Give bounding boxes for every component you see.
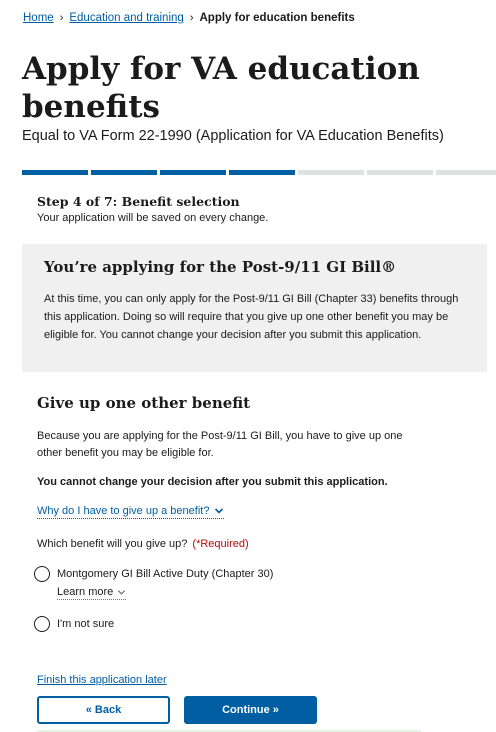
question-text: Which benefit will you give up? xyxy=(37,538,188,550)
radio-option-chapter-30[interactable]: Montgomery GI Bill Active Duty (Chapter … xyxy=(34,566,273,582)
why-give-up-expander[interactable]: Why do I have to give up a benefit? xyxy=(37,505,225,519)
continue-button[interactable]: Continue » xyxy=(184,696,317,724)
breadcrumb-education-link[interactable]: Education and training xyxy=(69,12,183,24)
finish-later-link[interactable]: Finish this application later xyxy=(37,674,167,686)
radio-option-label: Montgomery GI Bill Active Duty (Chapter … xyxy=(57,568,274,580)
learn-more-label: Learn more xyxy=(57,586,114,598)
page-subtitle: Equal to VA Form 22-1990 (Application fo… xyxy=(22,128,444,144)
alert-body: At this time, you can only apply for the… xyxy=(44,293,459,341)
chevron-down-icon xyxy=(215,508,224,514)
radio-button[interactable] xyxy=(34,566,50,582)
breadcrumb-separator-icon: › xyxy=(59,12,64,24)
question-label: Which benefit will you give up? (*Require… xyxy=(37,538,249,550)
radio-option-not-sure[interactable]: I'm not sure xyxy=(34,616,114,632)
chevron-down-icon xyxy=(118,589,126,595)
section-warning-text: You cannot change your decision after yo… xyxy=(37,476,388,488)
breadcrumb-current: Apply for education benefits xyxy=(199,12,355,24)
breadcrumb-home-link[interactable]: Home xyxy=(23,12,54,24)
required-marker: (*Required) xyxy=(192,538,249,550)
progress-bar xyxy=(22,170,496,175)
radio-option-label: I'm not sure xyxy=(57,618,115,630)
progress-segment xyxy=(22,170,88,175)
why-give-up-label: Why do I have to give up a benefit? xyxy=(37,505,210,517)
progress-segment xyxy=(91,170,157,175)
breadcrumb: Home › Education and training › Apply fo… xyxy=(23,12,355,24)
back-button[interactable]: « Back xyxy=(37,696,170,724)
step-title: Step 4 of 7: Benefit selection xyxy=(37,194,240,209)
section-text: Because you are applying for the Post-9/… xyxy=(37,430,403,459)
radio-button[interactable] xyxy=(34,616,50,632)
progress-segment xyxy=(298,170,364,175)
step-note: Your application will be saved on every … xyxy=(37,212,269,224)
alert-heading: You’re applying for the Post-9/11 GI Bil… xyxy=(44,258,397,276)
page-title: Apply for VA education benefits xyxy=(22,51,420,125)
breadcrumb-separator-icon: › xyxy=(189,12,194,24)
progress-segment xyxy=(436,170,496,175)
section-title: Give up one other benefit xyxy=(37,394,251,412)
learn-more-expander[interactable]: Learn more xyxy=(57,586,127,600)
progress-segment xyxy=(229,170,295,175)
progress-segment xyxy=(367,170,433,175)
progress-segment xyxy=(160,170,226,175)
info-alert: You’re applying for the Post-9/11 GI Bil… xyxy=(22,244,487,372)
